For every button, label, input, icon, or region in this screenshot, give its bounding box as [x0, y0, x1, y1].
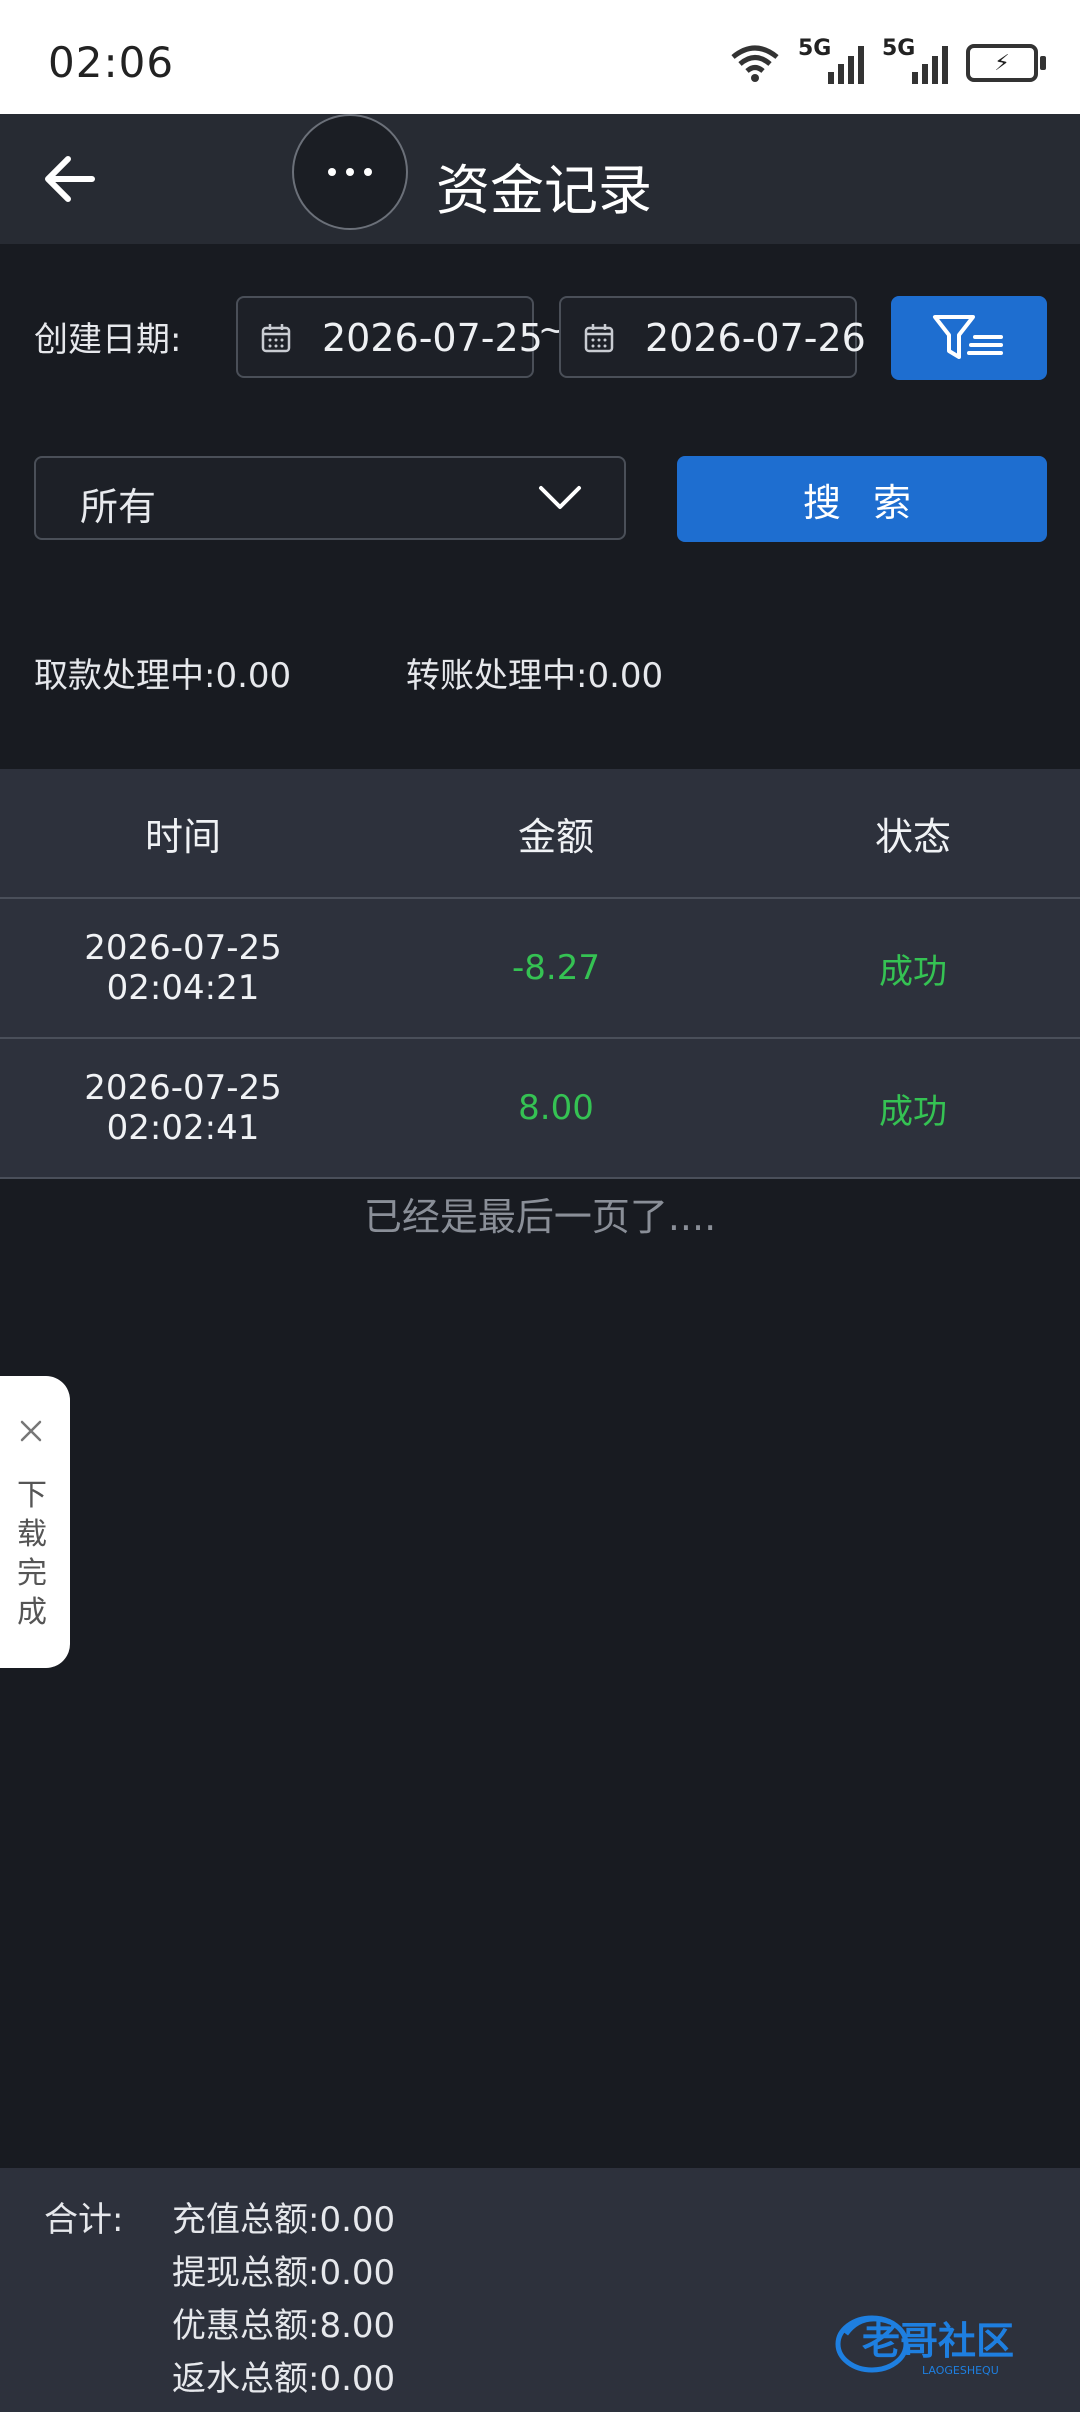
page-title: 资金记录 [436, 159, 652, 222]
start-date-picker[interactable]: 2026-07-25 [236, 296, 543, 378]
download-complete-tab[interactable]: 下载完成 [0, 1376, 70, 1668]
end-of-list-text: 已经是最后一页了.... [363, 1195, 717, 1239]
type-select[interactable]: 所有 [34, 456, 626, 540]
row-amount: 8.00 [518, 1088, 594, 1128]
total-recharge-value: 0.00 [319, 2200, 396, 2240]
total-rebate-label: 返水总额: [172, 2359, 320, 2399]
network-label: 5G [798, 36, 832, 61]
row-datetime: 2026-07-25 02:02:41 [0, 1039, 366, 1177]
row-amount: -8.27 [512, 948, 600, 988]
nav-bar: 资金记录 [0, 114, 1080, 244]
network-label: 5G [882, 36, 916, 61]
header-time: 时间 [144, 814, 221, 859]
records-table: 时间 金额 状态 2026-07-25 02:04:21 -8.27 成功 20… [0, 769, 1080, 1179]
battery-charging-icon: ⚡ [966, 44, 1046, 82]
header-amount: 金额 [517, 814, 594, 859]
watermark-logo: 老哥社区 LAOGESHEQU [835, 2315, 1014, 2377]
wifi-icon [731, 45, 779, 82]
total-withdraw: 提现总额:0.00 [172, 2245, 395, 2294]
total-bonus: 优惠总额:8.00 [172, 2298, 395, 2347]
more-icon [328, 168, 336, 176]
row-time: 02:04:21 [106, 968, 260, 1008]
totals-footer: 合计: 充值总额:0.00 提现总额:0.00 优惠总额:8.00 返水总额:0… [0, 2168, 1080, 2412]
filter-button[interactable] [891, 296, 1047, 380]
filter-icon [933, 315, 1003, 359]
search-button[interactable]: 搜 索 [677, 456, 1047, 542]
row-time: 02:02:41 [106, 1108, 260, 1148]
row-date: 2026-07-25 [84, 928, 282, 968]
filter-panel: 创建日期: 2026-07-25 ~ 2026-07-26 所有 搜 索 取款处… [0, 244, 1080, 769]
withdraw-pending-value: 0.00 [215, 656, 292, 696]
start-date-value: 2026-07-25 [322, 316, 543, 360]
total-recharge-label: 充值总额: [172, 2200, 320, 2240]
withdraw-pending: 取款处理中:0.00 [34, 648, 291, 697]
row-status: 成功 [879, 951, 947, 992]
more-button[interactable] [292, 114, 408, 230]
signal-icon: 5G [798, 36, 864, 84]
total-label: 合计: [44, 2200, 124, 2240]
back-arrow-icon [45, 156, 95, 202]
download-complete-label: 下载完成 [17, 1478, 47, 1630]
status-bar: 02:06 5G 5G ⚡ [0, 0, 1080, 114]
table-row[interactable]: 2026-07-25 02:04:21 -8.27 成功 [0, 899, 1080, 1039]
end-date-value: 2026-07-26 [645, 316, 866, 360]
end-date-picker[interactable]: 2026-07-26 [559, 296, 866, 378]
table-row[interactable]: 2026-07-25 02:02:41 8.00 成功 [0, 1039, 1080, 1179]
back-button[interactable] [36, 144, 106, 214]
row-date: 2026-07-25 [84, 1068, 282, 1108]
calendar-icon [584, 324, 614, 353]
table-header: 时间 金额 状态 [0, 769, 1080, 899]
total-recharge: 充值总额:0.00 [172, 2192, 395, 2241]
total-withdraw-value: 0.00 [319, 2253, 396, 2293]
date-label: 创建日期: [34, 320, 182, 360]
total-rebate-value: 0.00 [319, 2359, 396, 2399]
transfer-pending-value: 0.00 [587, 656, 664, 696]
row-datetime: 2026-07-25 02:04:21 [0, 899, 366, 1037]
total-bonus-value: 8.00 [319, 2306, 396, 2346]
watermark-subtext: LAOGESHEQU [922, 2364, 999, 2377]
calendar-icon [261, 324, 291, 353]
total-bonus-label: 优惠总额: [172, 2306, 320, 2346]
row-status: 成功 [879, 1091, 947, 1132]
withdraw-pending-label: 取款处理中: [34, 656, 216, 696]
status-time: 02:06 [48, 38, 175, 87]
watermark-text: 老哥社区 [862, 2319, 1014, 2363]
type-select-value: 所有 [80, 485, 157, 529]
chevron-down-icon [539, 486, 581, 509]
close-icon[interactable] [18, 1418, 44, 1444]
transfer-pending-label: 转账处理中: [406, 656, 588, 696]
signal-icon: 5G [882, 36, 948, 84]
total-withdraw-label: 提现总额: [172, 2253, 320, 2293]
total-rebate: 返水总额:0.00 [172, 2351, 395, 2400]
header-status: 状态 [874, 814, 951, 859]
transfer-pending: 转账处理中:0.00 [406, 648, 663, 697]
